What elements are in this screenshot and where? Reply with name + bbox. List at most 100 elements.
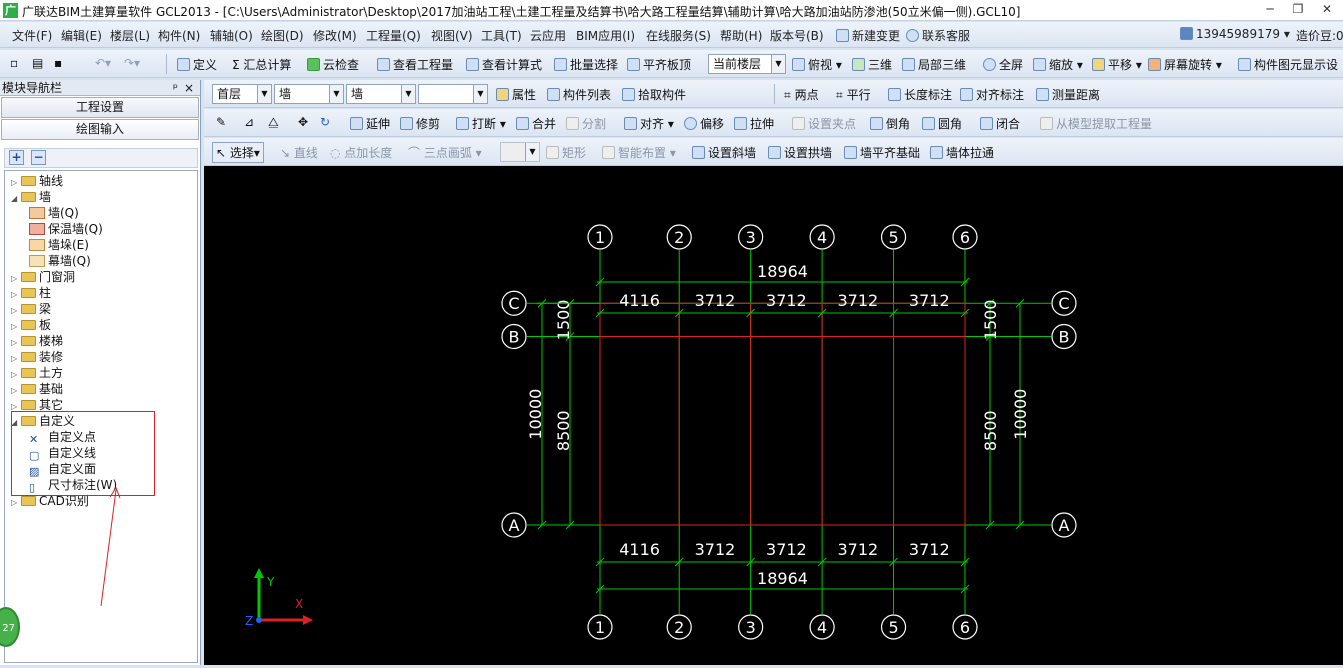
tree-item[interactable]: ▷ 板 [11,317,51,333]
menu-aux-axis[interactable]: 辅轴(O) [210,27,253,44]
collapsed-arrow-icon[interactable]: ▷ [11,495,21,511]
undo-icon[interactable]: ↶▾ [95,56,111,70]
stretch-button[interactable]: 拉伸 [734,115,774,132]
component-list-button[interactable]: 构件列表 [547,86,611,103]
menu-draw[interactable]: 绘图(D) [261,27,304,44]
pick-component-button[interactable]: 拾取构件 [622,86,686,103]
menu-floor[interactable]: 楼层(L) [110,27,150,44]
flip-icon[interactable]: ⧋ [268,115,279,130]
screen-rotate-button[interactable]: 屏幕旋转 ▾ [1148,56,1222,73]
close-button[interactable]: ✕ [1312,0,1342,18]
wall-pull-button[interactable]: 墙体拉通 [930,144,994,161]
line-button[interactable]: ↘ 直线 [280,144,318,161]
category-select[interactable]: 墙 ▼ [274,84,344,104]
new-change-button[interactable]: 新建变更 [836,27,900,44]
redo-icon[interactable]: ↷▾ [124,56,140,70]
extend-button[interactable]: 延伸 [350,115,390,132]
component-name-select[interactable]: ▼ [418,84,488,104]
menu-modify[interactable]: 修改(M) [313,27,357,44]
expand-all-icon[interactable]: + [9,150,24,165]
menu-component[interactable]: 构件(N) [158,27,200,44]
menu-quantity[interactable]: 工程量(Q) [366,27,421,44]
component-type-select[interactable]: 墙 ▼ [346,84,416,104]
align-button[interactable]: 对齐 ▾ [624,115,674,132]
top-view-button[interactable]: 俯视 ▾ [792,56,842,73]
parallel-button[interactable]: ⌗ 平行 [836,86,871,103]
restore-button[interactable]: ❐ [1283,0,1313,18]
pan-button[interactable]: 平移 ▾ [1092,56,1142,73]
aligned-dim-button[interactable]: 对齐标注 [960,86,1024,103]
select-button[interactable]: ↖ 选择▾ [212,142,264,163]
menu-file[interactable]: 文件(F) [12,27,52,44]
menu-tools[interactable]: 工具(T) [481,27,522,44]
view-formula-button[interactable]: 查看计算式 [466,56,542,73]
tree-item[interactable]: ▷ 基础 [11,381,63,397]
close-icon[interactable]: × [184,80,194,96]
tree-item[interactable]: ▷ 装修 [11,349,63,365]
floor-select[interactable]: 首层 ▼ [212,84,272,104]
expanded-arrow-icon[interactable]: ◢ [11,191,21,207]
tree-item[interactable]: 墙垛(E) [29,237,89,253]
drawing-canvas[interactable]: 1 1 2 2 3 3 4 4 5 5 6 6 A A B B C C 18964 4116 3712 3712 3712 3… [204,166,1343,665]
point-length-button[interactable]: ◌ 点加长度 [330,144,392,161]
properties-button[interactable]: 属性 [496,86,536,103]
three-point-arc-button[interactable]: ⌒ 三点画弧 ▾ [408,144,482,161]
tree-item[interactable]: ▷ 土方 [11,365,63,381]
offset-button[interactable]: 偏移 [684,115,724,132]
zoom-button[interactable]: 缩放 ▾ [1033,56,1083,73]
rect-button[interactable]: 矩形 [546,144,586,161]
collapse-all-icon[interactable]: − [31,150,46,165]
length-dim-button[interactable]: 长度标注 [888,86,952,103]
tree-item[interactable]: ▷ 门窗洞 [11,269,75,285]
display-settings-button[interactable]: 构件图元显示设 [1238,56,1338,73]
tree-item[interactable]: 保温墙(Q) [29,221,103,237]
menu-version[interactable]: 版本号(B) [770,27,824,44]
split-button[interactable]: 分割 [566,115,606,132]
move-icon[interactable]: ✥ [298,115,308,129]
tree-item[interactable]: ▷ 柱 [11,285,51,301]
account-button[interactable]: 13945989179 ▾ [1180,27,1290,41]
break-button[interactable]: 打断 ▾ [456,115,506,132]
brush-icon[interactable]: ✎ [216,115,226,129]
merge-button[interactable]: 合并 [516,115,556,132]
drawing-input-button[interactable]: 绘图输入 [1,119,199,140]
close-shape-button[interactable]: 闭合 [980,115,1020,132]
new-file-icon[interactable]: ▫ [10,56,18,70]
project-settings-button[interactable]: 工程设置 [1,97,199,118]
pin-icon[interactable]: ᵖ [173,80,178,96]
cloud-check-button[interactable]: 云检查 [307,56,359,73]
extract-model-button[interactable]: 从模型提取工程量 [1040,115,1152,132]
tree-item[interactable]: 幕墙(Q) [29,253,91,269]
tree-item[interactable]: ◢ 墙 [11,189,51,205]
view-quantity-button[interactable]: 查看工程量 [377,56,453,73]
menu-online[interactable]: 在线服务(S) [646,27,711,44]
tree-item[interactable]: ▷ 轴线 [11,173,63,189]
menu-bim[interactable]: BIM应用(I) [576,27,635,44]
fillet-button[interactable]: 圆角 [922,115,962,132]
menu-view[interactable]: 视图(V) [431,27,473,44]
menu-cloud[interactable]: 云应用 [530,27,566,44]
full-screen-button[interactable]: 全屏 [983,56,1023,73]
tree-item[interactable]: ▷ 楼梯 [11,333,63,349]
local-3d-button[interactable]: 局部三维 [902,56,966,73]
menu-edit[interactable]: 编辑(E) [61,27,102,44]
chamfer-button[interactable]: 倒角 [870,115,910,132]
set-slope-wall-button[interactable]: 设置斜墙 [692,144,756,161]
rotate-tool-icon[interactable]: ↻ [320,115,330,129]
tree-item[interactable]: 墙(Q) [29,205,79,221]
arc-option-select[interactable]: ▼ [500,142,540,162]
define-button[interactable]: 定义 [177,56,217,73]
save-file-icon[interactable]: ▪ [54,56,62,70]
set-arch-wall-button[interactable]: 设置拱墙 [768,144,832,161]
batch-select-button[interactable]: 批量选择 [554,56,618,73]
set-clip-button[interactable]: 设置夹点 [792,115,856,132]
3d-view-button[interactable]: 三维 [852,56,892,73]
contact-support-button[interactable]: 联系客服 [906,27,970,44]
sum-calc-button[interactable]: Σ 汇总计算 [232,56,291,73]
cad-drawing[interactable]: 112233445566A AB BC C189644116 3712 3712 3712 3… [204,166,1343,665]
minimize-button[interactable]: ─ [1255,0,1285,18]
mirror-icon[interactable]: ⊿ [244,115,254,129]
flush-slab-button[interactable]: 平齐板顶 [627,56,691,73]
smart-layout-button[interactable]: 智能布置 ▾ [602,144,676,161]
measure-distance-button[interactable]: 测量距离 [1036,86,1100,103]
